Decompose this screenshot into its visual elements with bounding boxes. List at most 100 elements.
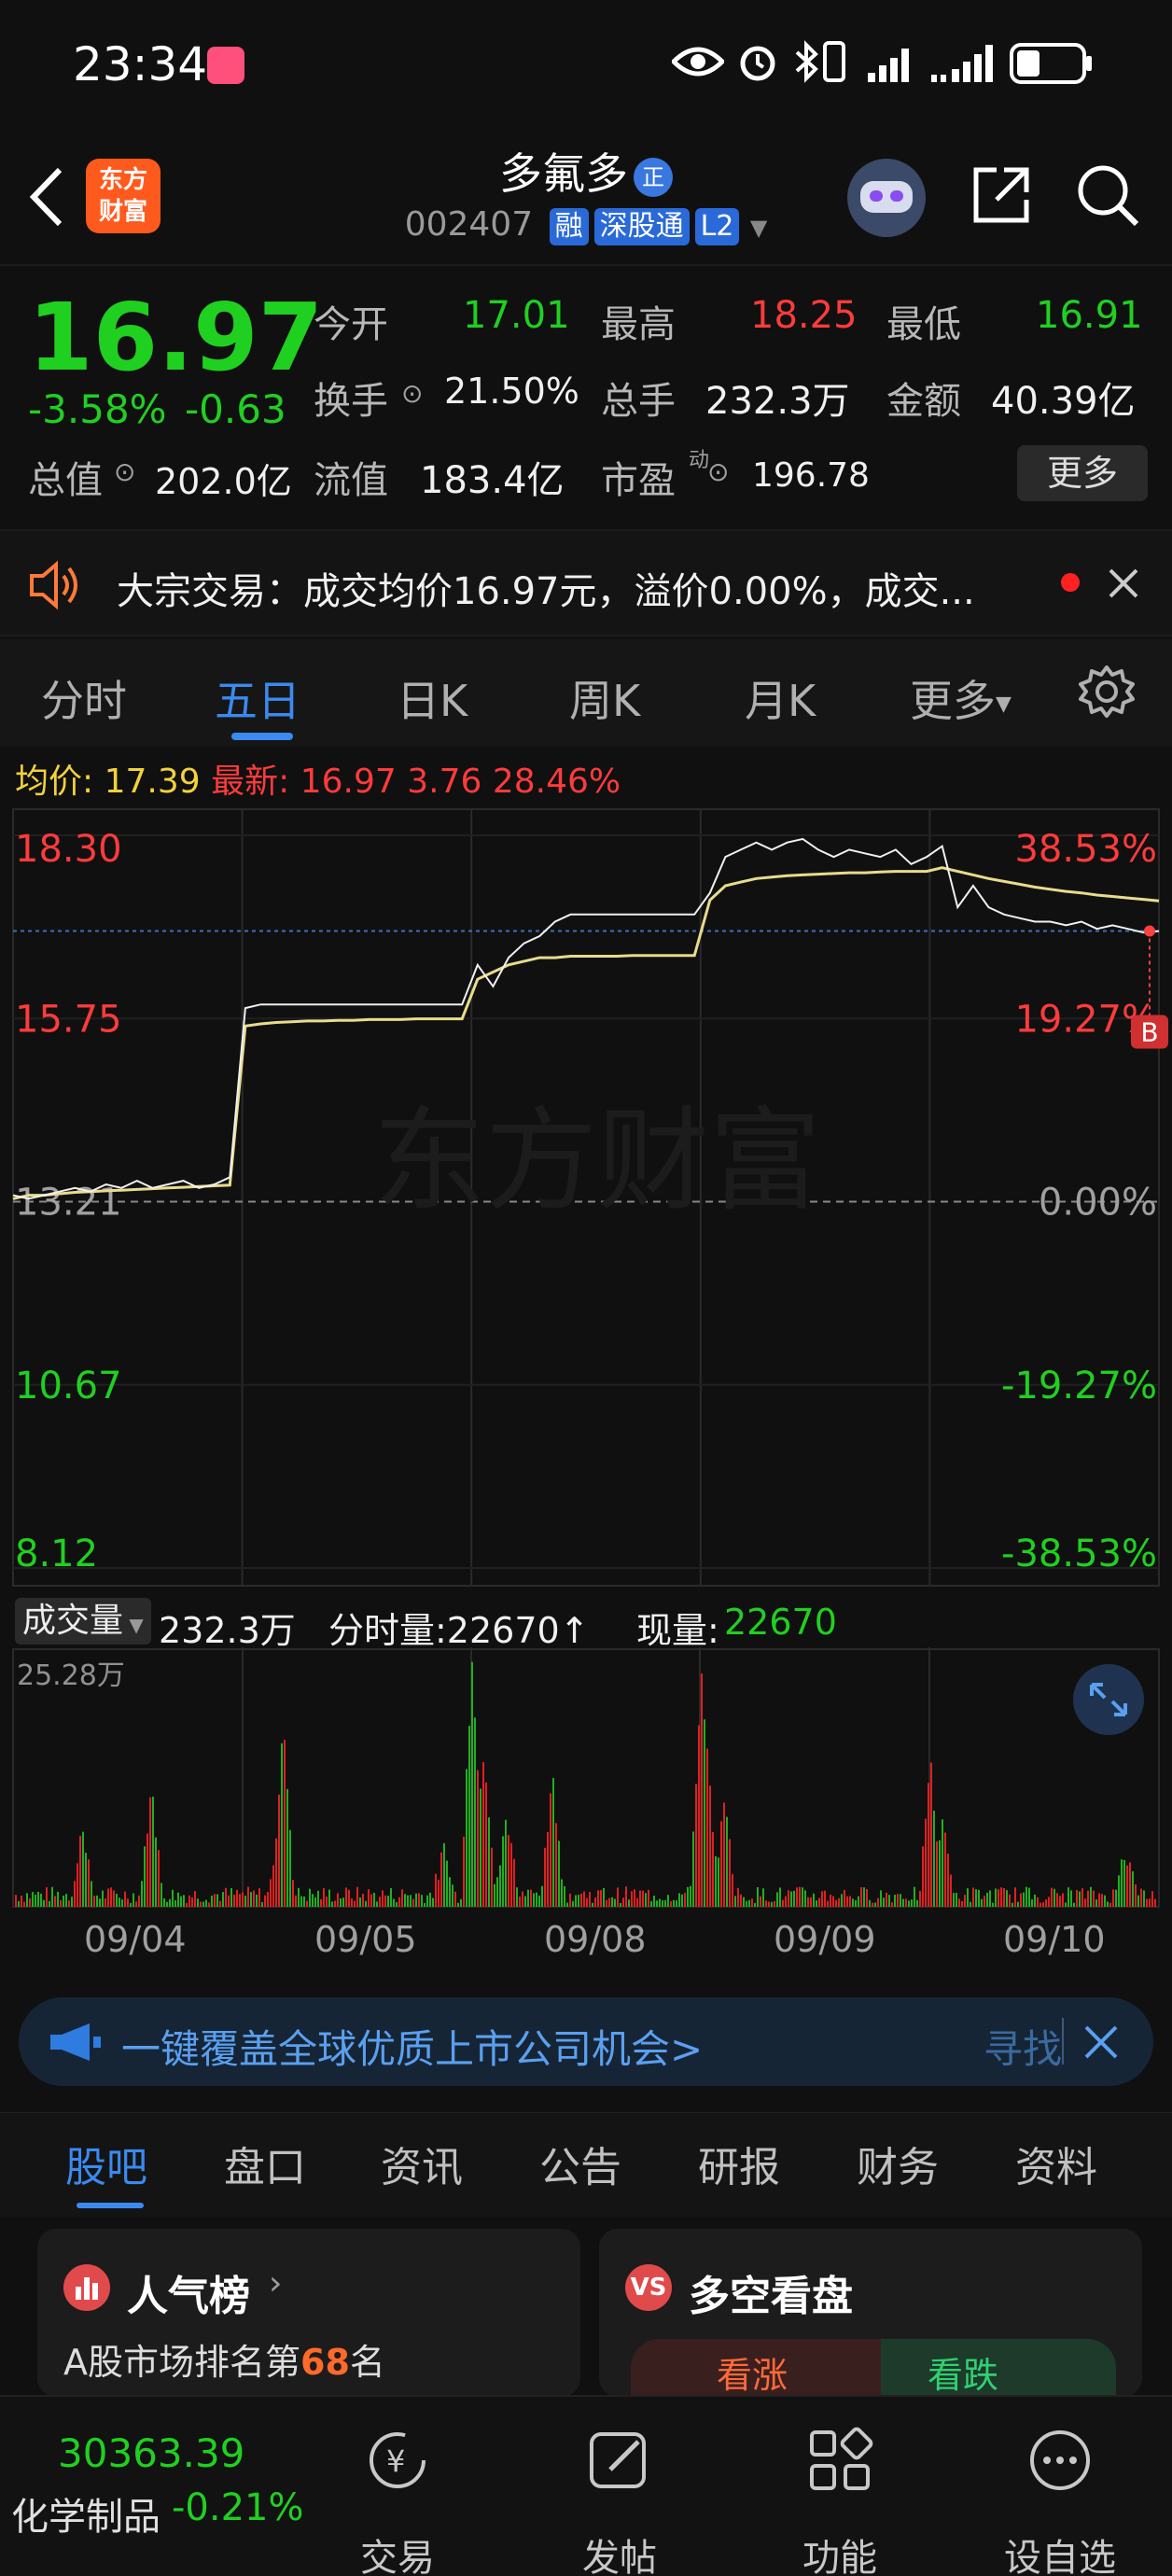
expand-button[interactable]: [1073, 1664, 1144, 1735]
volume-bar: [119, 1897, 120, 1907]
tab-intraday[interactable]: 分时: [41, 667, 127, 729]
close-icon[interactable]: [1082, 2023, 1120, 2061]
date-label: 09/08: [544, 1919, 647, 1960]
trade-icon[interactable]: ¥: [362, 2425, 433, 2496]
volume-bar: [253, 1890, 255, 1907]
tab-five-day[interactable]: 五日: [215, 667, 300, 729]
volume-bar: [303, 1896, 305, 1907]
volume-bar: [572, 1900, 574, 1907]
tab-notices[interactable]: 公告: [539, 2134, 621, 2193]
volume-bar: [928, 1783, 929, 1907]
volume-bar: [18, 1900, 20, 1907]
nav-post[interactable]: 发帖: [545, 2527, 694, 2576]
tab-orderbook[interactable]: 盘口: [224, 2134, 306, 2193]
compose-icon[interactable]: [584, 2425, 655, 2496]
volume-bar: [768, 1901, 770, 1907]
promo-banner[interactable]: 一键覆盖全球优质上市公司机会> 寻找: [19, 1997, 1153, 2086]
tab-daily-k[interactable]: 日K: [397, 667, 467, 729]
volume-bar: [561, 1879, 563, 1907]
more-options-icon[interactable]: [1025, 2425, 1095, 2496]
volume-bar: [494, 1883, 495, 1907]
volume-bar: [684, 1893, 686, 1907]
volume-bar: [757, 1886, 759, 1907]
avg-value: 17.39: [104, 763, 201, 801]
close-icon[interactable]: [1107, 567, 1140, 600]
volume-bar: [1129, 1862, 1131, 1907]
volume-bar: [505, 1819, 507, 1907]
volume-bar: [258, 1888, 260, 1907]
volume-bar: [216, 1894, 218, 1907]
volume-bar: [116, 1894, 118, 1907]
volume-bar: [950, 1874, 952, 1907]
volume-bar: [348, 1889, 350, 1907]
volume-bar: [891, 1902, 893, 1907]
more-button[interactable]: 更多: [1017, 445, 1148, 501]
volume-bar: [138, 1895, 140, 1907]
volume-bar: [737, 1887, 739, 1907]
tab-profile[interactable]: 资料: [1015, 2134, 1097, 2193]
volume-bar: [953, 1893, 955, 1907]
volume-bar: [23, 1901, 25, 1907]
date-label: 09/09: [774, 1919, 876, 1960]
volume-bar: [91, 1881, 92, 1907]
volume-bar: [432, 1897, 434, 1907]
volume-bar: [555, 1823, 557, 1907]
share-icon[interactable]: [969, 162, 1034, 228]
volume-bar: [810, 1897, 812, 1907]
bull-bear-card[interactable]: VS 多空看盘 看涨 看跌: [599, 2229, 1142, 2397]
tab-finance[interactable]: 财务: [857, 2134, 939, 2193]
volume-bar: [121, 1899, 123, 1907]
volume-bar: [1084, 1898, 1086, 1907]
tab-research[interactable]: 研报: [698, 2134, 780, 2193]
volume-bar: [832, 1896, 834, 1907]
volume-bar: [77, 1863, 78, 1907]
info-icon[interactable]: ⊙: [114, 456, 135, 487]
volume-bar: [85, 1853, 87, 1907]
volume-bar: [68, 1900, 70, 1907]
five-day-chart[interactable]: 东方财富 18.30 38.53% 15.75 19.27% 13.21 0.00% 10.…: [0, 807, 1172, 1591]
open-value: 17.01: [463, 294, 570, 337]
volume-bar: [1012, 1902, 1013, 1907]
volume-bar: [729, 1839, 731, 1907]
announcement-bar[interactable]: 大宗交易：成交均价16.97元，溢价0.00%，成交...: [0, 529, 1172, 637]
eye-icon: [672, 47, 724, 77]
bull-button[interactable]: 看涨: [631, 2339, 881, 2397]
volume-bar: [440, 1852, 442, 1907]
volume-label: 总手: [601, 380, 676, 423]
settings-gear-icon[interactable]: [1079, 664, 1135, 720]
info-icon[interactable]: ⊙: [401, 378, 423, 409]
popularity-title: 人气榜: [127, 2273, 250, 2320]
rank-chart-icon: [63, 2264, 110, 2311]
search-icon[interactable]: [1075, 162, 1142, 230]
tab-monthly-k[interactable]: 月K: [745, 667, 816, 729]
tab-more[interactable]: 更多▼: [910, 667, 1012, 729]
robot-assistant-icon[interactable]: [847, 159, 926, 237]
sector-index-value[interactable]: 30363.39: [58, 2430, 244, 2476]
volume-bar: [1126, 1865, 1128, 1907]
alarm-icon: [740, 46, 775, 81]
promo-action[interactable]: 寻找: [984, 2018, 1062, 2075]
functions-grid-icon[interactable]: [804, 2425, 875, 2496]
tab-weekly-k[interactable]: 周K: [569, 667, 640, 729]
volume-bar: [939, 1840, 941, 1907]
nav-trade[interactable]: 交易: [323, 2527, 472, 2576]
volume-bar: [51, 1886, 53, 1907]
volume-bar: [337, 1893, 339, 1907]
volume-bar: [180, 1896, 182, 1907]
volume-dropdown[interactable]: 成交量 ▼: [15, 1598, 151, 1645]
nav-add-watchlist[interactable]: 设自选: [985, 2527, 1135, 2576]
popularity-card[interactable]: 人气榜 › A股市场排名第68名: [37, 2229, 580, 2397]
volume-bar: [564, 1886, 565, 1907]
volume-bar: [575, 1895, 577, 1907]
volume-bar: [634, 1889, 635, 1907]
bear-button[interactable]: 看跌: [881, 2339, 1116, 2397]
info-icon[interactable]: ⊙: [707, 456, 729, 487]
volume-bar: [550, 1793, 551, 1907]
tab-news[interactable]: 资讯: [381, 2134, 463, 2193]
tab-guba[interactable]: 股吧: [65, 2134, 147, 2193]
volume-bar: [961, 1900, 963, 1907]
volume-bar: [1026, 1886, 1027, 1907]
sector-name[interactable]: 化学制品: [11, 2486, 160, 2541]
nav-functions[interactable]: 功能: [765, 2527, 914, 2576]
volume-bar: [967, 1888, 969, 1907]
